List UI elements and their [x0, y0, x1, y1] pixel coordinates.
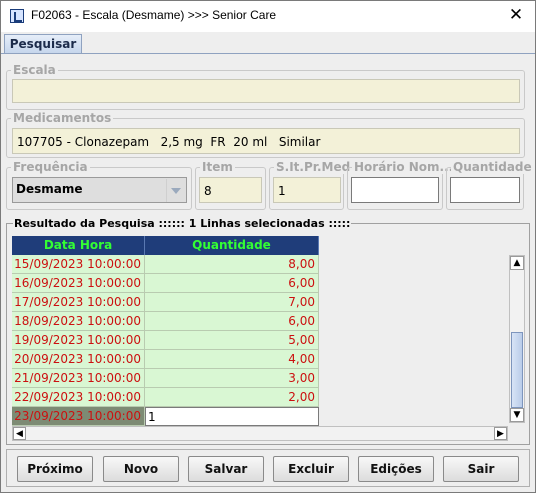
cell-data-hora: 23/09/2023 10:00:00	[12, 407, 145, 426]
item-field[interactable]: 8	[199, 177, 262, 203]
cell-quantidade: 6,00	[145, 274, 319, 293]
novo-button[interactable]: Novo	[103, 456, 179, 482]
close-button[interactable]: ✕	[507, 5, 525, 25]
horario-field[interactable]	[351, 177, 439, 203]
scroll-left-icon[interactable]: ◀	[13, 427, 26, 440]
cell-data-hora: 15/09/2023 10:00:00	[12, 255, 145, 274]
edicoes-button[interactable]: Edições	[358, 456, 434, 482]
window-title: F02063 - Escala (Desmame) >>> Senior Car…	[31, 8, 277, 22]
scroll-up-icon[interactable]: ▲	[510, 256, 524, 270]
cell-quantidade: 8,00	[145, 255, 319, 274]
column-header-quantidade[interactable]: Quantidade	[145, 236, 319, 255]
horario-label: Horário Nom...	[352, 160, 456, 174]
scroll-down-icon[interactable]: ▼	[510, 408, 524, 422]
vertical-scrollbar[interactable]: ▲ ▼	[509, 255, 525, 423]
results-label: Resultado da Pesquisa :::::: 1 Linhas se…	[13, 217, 352, 230]
medicamentos-label: Medicamentos	[11, 111, 114, 125]
main-window: F02063 - Escala (Desmame) >>> Senior Car…	[0, 0, 536, 493]
tab-pesquisar[interactable]: Pesquisar	[4, 34, 82, 53]
cell-data-hora: 22/09/2023 10:00:00	[12, 388, 145, 407]
chevron-down-icon[interactable]	[166, 179, 185, 202]
horizontal-scrollbar[interactable]: ◀ ▶	[12, 426, 508, 441]
cell-quantidade: 3,00	[145, 369, 319, 388]
proximo-button[interactable]: Próximo	[17, 456, 93, 482]
sair-button[interactable]: Sair	[443, 456, 519, 482]
table-row[interactable]: 19/09/2023 10:00:00 5,00	[12, 331, 319, 350]
quantidade-field[interactable]	[450, 177, 520, 203]
excluir-button[interactable]: Excluir	[273, 456, 349, 482]
situacao-field[interactable]: 1	[273, 177, 341, 203]
item-label: Item	[200, 160, 235, 174]
title-bar: F02063 - Escala (Desmame) >>> Senior Car…	[1, 1, 535, 32]
cell-data-hora: 17/09/2023 10:00:00	[12, 293, 145, 312]
situacao-label: S.It.Pr.Med	[274, 160, 353, 174]
table-row[interactable]: 17/09/2023 10:00:00 7,00	[12, 293, 319, 312]
cell-data-hora: 18/09/2023 10:00:00	[12, 312, 145, 331]
quantidade-label: Quantidade	[451, 160, 534, 174]
cell-quantidade: 5,00	[145, 331, 319, 350]
table-row[interactable]: 18/09/2023 10:00:00 6,00	[12, 312, 319, 331]
cell-quantidade: 2,00	[145, 388, 319, 407]
scroll-thumb[interactable]	[511, 332, 523, 408]
cell-quantidade: 4,00	[145, 350, 319, 369]
table-row[interactable]: 20/09/2023 10:00:00 4,00	[12, 350, 319, 369]
app-icon	[10, 9, 24, 23]
quantidade-cell-editor[interactable]: 1	[145, 407, 319, 426]
frequencia-combo[interactable]: Desmame	[12, 177, 187, 203]
cell-quantidade: 6,00	[145, 312, 319, 331]
salvar-button[interactable]: Salvar	[188, 456, 264, 482]
table-row-selected[interactable]: 23/09/2023 10:00:00 1	[12, 407, 319, 426]
table-row[interactable]: 21/09/2023 10:00:00 3,00	[12, 369, 319, 388]
frequencia-value: Desmame	[16, 182, 83, 196]
cell-quantidade: 7,00	[145, 293, 319, 312]
column-header-data-hora[interactable]: Data Hora	[12, 236, 145, 255]
escala-label: Escala	[11, 63, 58, 77]
table-row[interactable]: 15/09/2023 10:00:00 8,00	[12, 255, 319, 274]
cell-data-hora: 16/09/2023 10:00:00	[12, 274, 145, 293]
cell-data-hora: 20/09/2023 10:00:00	[12, 350, 145, 369]
medicamentos-field[interactable]: 107705 - Clonazepam 2,5 mg FR 20 ml Simi…	[12, 128, 520, 154]
table-row[interactable]: 22/09/2023 10:00:00 2,00	[12, 388, 319, 407]
table-row[interactable]: 16/09/2023 10:00:00 6,00	[12, 274, 319, 293]
cell-data-hora: 21/09/2023 10:00:00	[12, 369, 145, 388]
escala-field[interactable]	[12, 79, 520, 103]
cell-data-hora: 19/09/2023 10:00:00	[12, 331, 145, 350]
tab-strip: Pesquisar	[1, 32, 535, 54]
scroll-right-icon[interactable]: ▶	[494, 427, 507, 440]
frequencia-label: Frequência	[11, 160, 90, 174]
